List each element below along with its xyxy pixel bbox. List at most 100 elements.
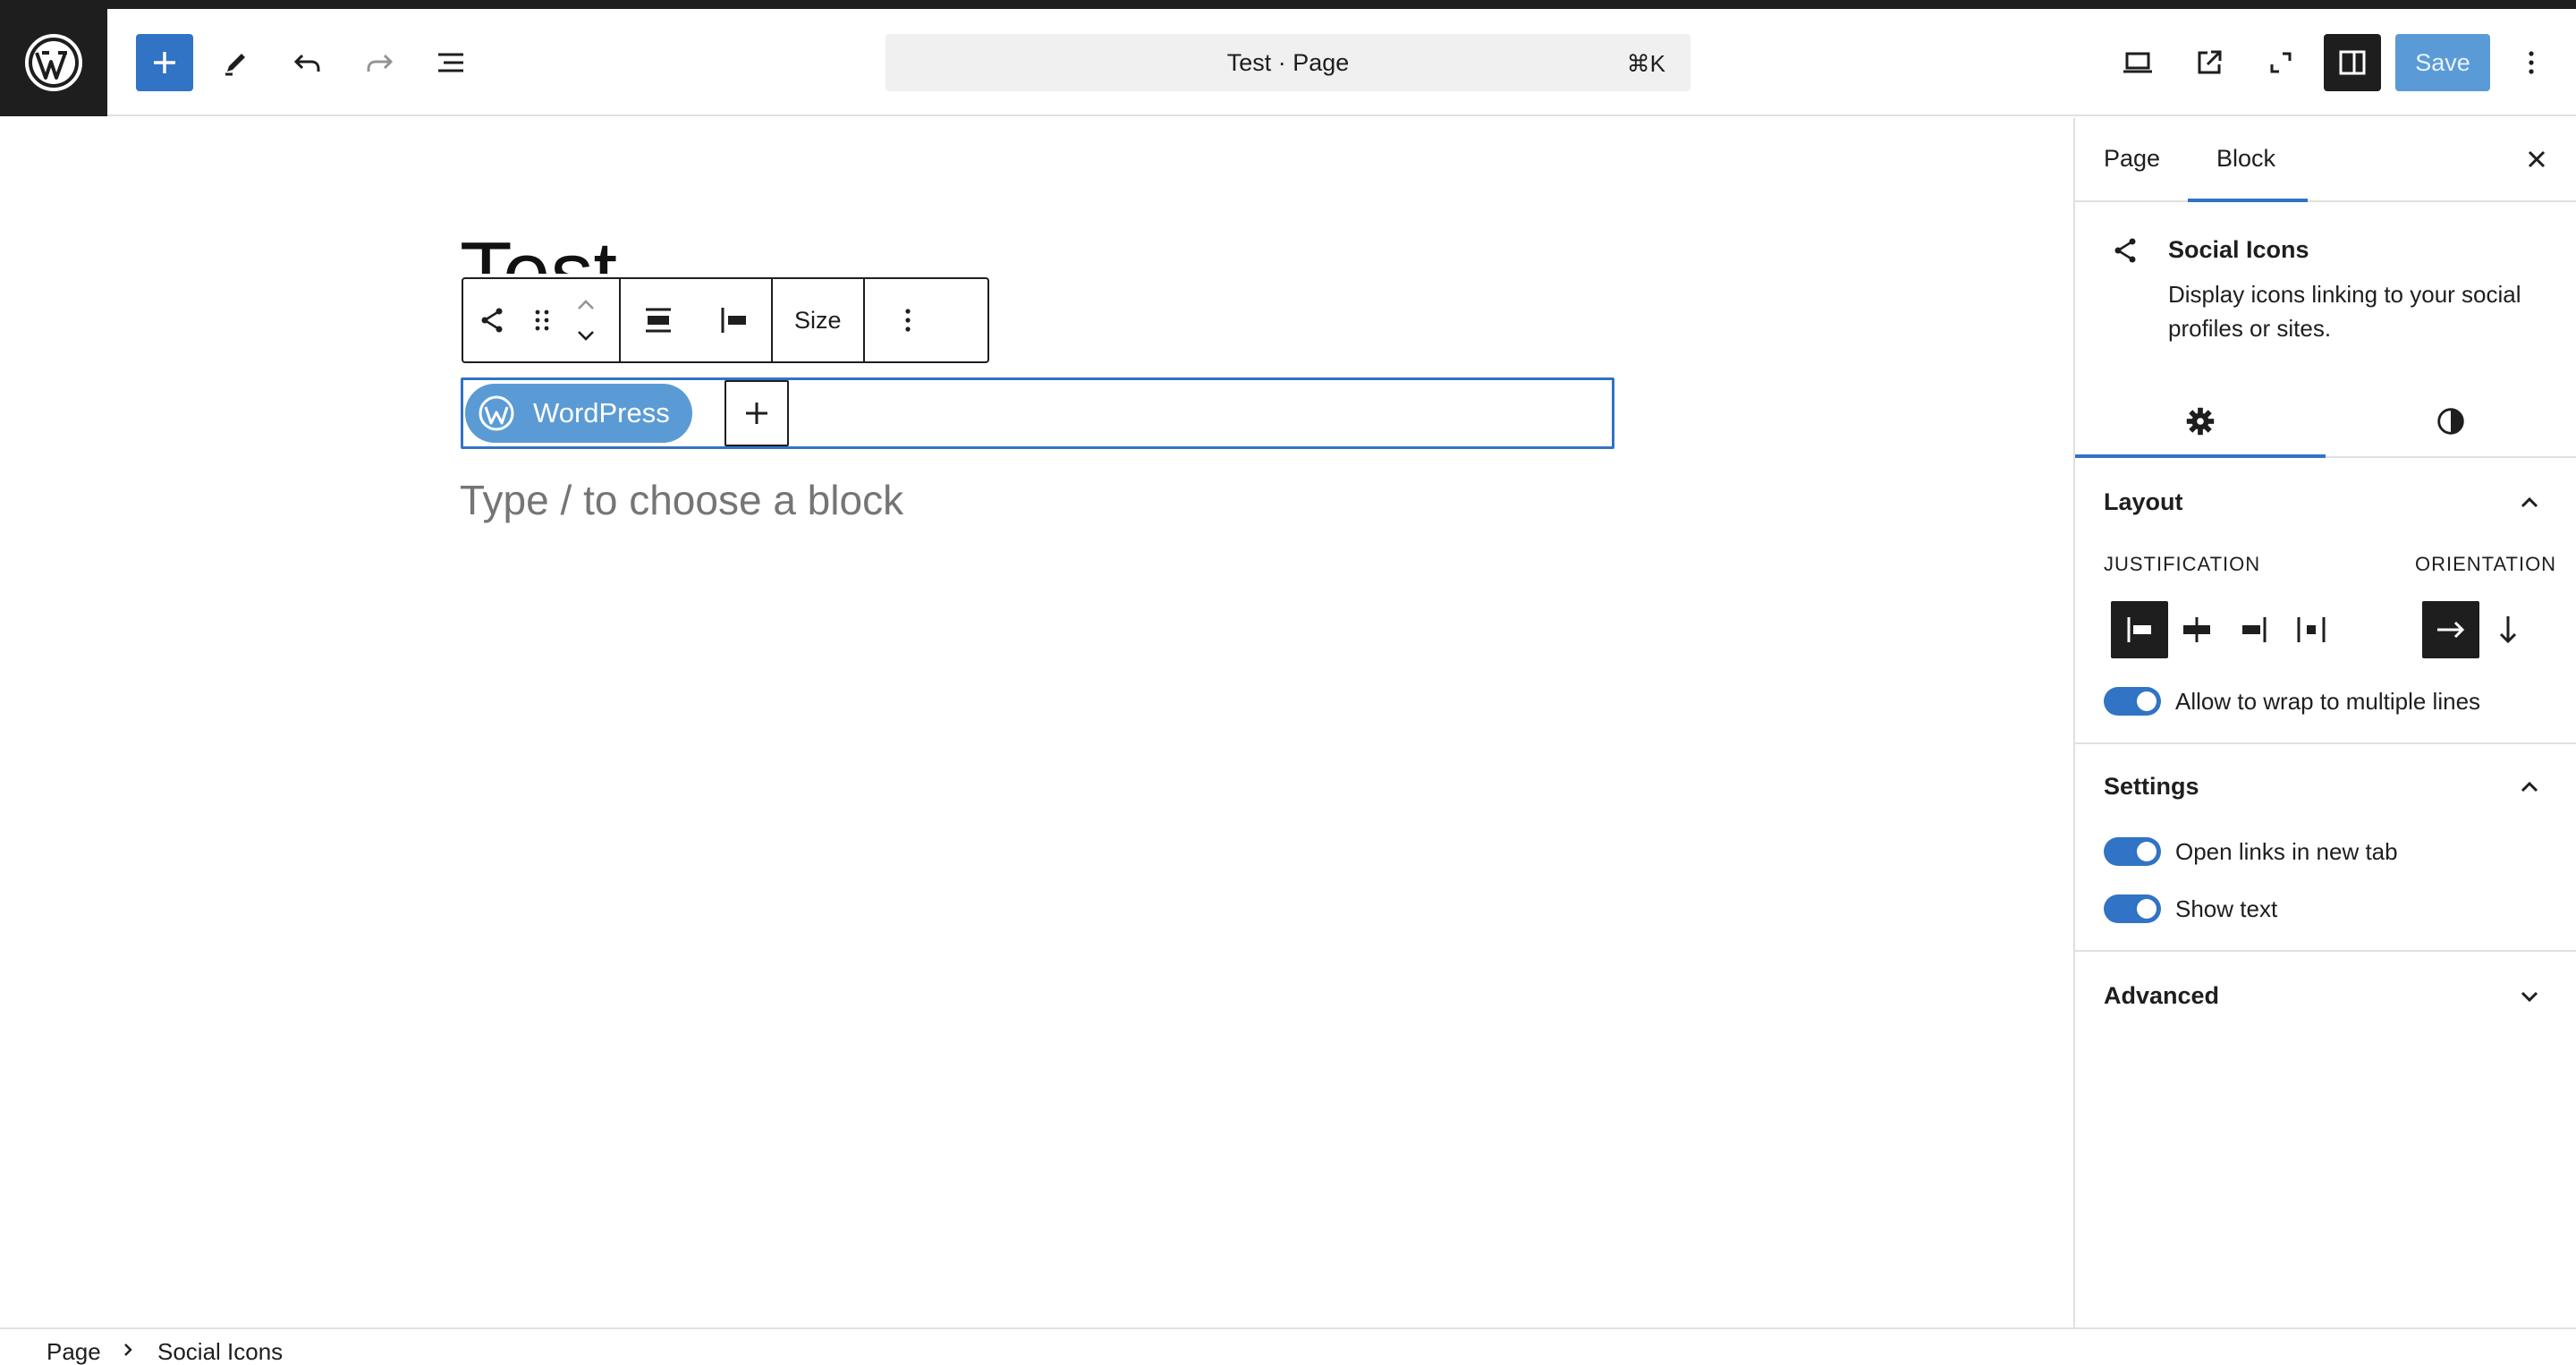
settings-sidebar-toggle[interactable] — [2324, 34, 2381, 91]
open-new-tab-toggle[interactable] — [2104, 837, 2161, 866]
justify-center-button[interactable] — [2168, 601, 2225, 658]
advanced-panel-header[interactable]: Advanced — [2075, 973, 2576, 1018]
justify-left-button[interactable] — [2111, 601, 2168, 658]
save-button[interactable]: Save — [2395, 34, 2490, 91]
justify-left-icon — [721, 308, 746, 333]
fullscreen-button[interactable] — [2252, 34, 2309, 91]
pencil-icon — [225, 54, 245, 76]
plus-icon — [746, 403, 767, 424]
panel-divider — [2075, 950, 2576, 952]
add-social-link-button[interactable] — [724, 380, 789, 446]
wrap-toggle-label: Allow to wrap to multiple lines — [2175, 687, 2481, 715]
social-link-wordpress[interactable]: WordPress — [465, 384, 692, 443]
block-toolbar: Size — [462, 277, 989, 363]
tools-button[interactable] — [208, 34, 265, 91]
gear-icon — [2186, 407, 2215, 436]
layout-panel-header[interactable]: Layout — [2075, 479, 2576, 524]
settings-panel-header[interactable]: Settings — [2075, 764, 2576, 809]
wordpress-icon — [479, 395, 514, 431]
share-icon — [481, 308, 503, 333]
active-tab-indicator — [2188, 199, 2308, 202]
undo-icon — [293, 54, 320, 72]
block-inspector-tabs — [2075, 386, 2576, 458]
tab-page[interactable]: Page — [2104, 145, 2160, 173]
chevron-down-icon — [2521, 991, 2538, 1003]
align-button[interactable] — [621, 279, 696, 361]
editor-canvas: Test Size WordPress Type / to choose a b… — [0, 118, 2073, 1327]
wordpress-logo-icon[interactable] — [0, 9, 107, 116]
arrow-down-icon — [2499, 616, 2517, 644]
size-button[interactable]: Size — [773, 279, 863, 361]
wrap-toggle[interactable] — [2104, 687, 2161, 716]
toolbar-group-block — [463, 279, 621, 361]
tab-block[interactable]: Block — [2216, 145, 2275, 173]
settings-sidebar: Page Block Social Icons Display icons li… — [2073, 118, 2576, 1327]
chevron-down-icon[interactable] — [572, 324, 600, 347]
block-options-button[interactable] — [865, 279, 951, 361]
justify-space-between-icon — [2297, 617, 2326, 642]
external-link-icon — [2198, 50, 2222, 74]
orientation-vertical-button[interactable] — [2479, 601, 2537, 658]
document-overview-button[interactable] — [422, 34, 479, 91]
keyboard-shortcut: ⌘K — [1626, 50, 1665, 77]
show-text-toggle[interactable] — [2104, 894, 2161, 923]
share-icon — [2114, 238, 2136, 263]
add-block-button[interactable] — [136, 34, 193, 91]
tab-styles[interactable] — [2326, 386, 2576, 456]
wrap-toggle-row[interactable]: Allow to wrap to multiple lines — [2104, 683, 2480, 719]
align-wide-icon — [646, 308, 671, 333]
toolbar-group-alignment — [621, 279, 773, 361]
layout-panel-title: Layout — [2104, 488, 2183, 515]
block-description: Display icons linking to your social pro… — [2168, 281, 2521, 342]
page-title[interactable]: Test — [460, 224, 617, 274]
justification-button[interactable] — [696, 279, 771, 361]
arrow-right-icon — [2437, 621, 2465, 639]
top-strip — [0, 0, 2576, 9]
breadcrumb-social-icons[interactable]: Social Icons — [157, 1338, 283, 1365]
options-menu-button[interactable] — [2503, 34, 2560, 91]
block-breadcrumb: Page Social Icons — [0, 1327, 2576, 1365]
view-page-button[interactable] — [2181, 34, 2238, 91]
advanced-panel-title: Advanced — [2104, 982, 2220, 1009]
plus-icon — [154, 52, 175, 73]
justify-right-icon — [2242, 617, 2267, 642]
active-subtab-indicator — [2075, 454, 2326, 458]
chevron-up-icon — [2521, 496, 2538, 508]
chevron-up-icon[interactable] — [572, 293, 600, 317]
block-name: Social Icons — [2168, 236, 2309, 263]
block-type-button[interactable] — [463, 279, 521, 361]
justify-center-icon — [2183, 617, 2210, 642]
redo-button[interactable] — [351, 34, 408, 91]
show-text-label: Show text — [2175, 894, 2278, 922]
social-icons-block[interactable]: WordPress — [461, 377, 1614, 449]
justify-right-button[interactable] — [2225, 601, 2283, 658]
drag-handle[interactable] — [521, 279, 564, 361]
block-movers — [564, 279, 608, 361]
close-icon[interactable] — [2519, 141, 2555, 177]
preview-button[interactable] — [2109, 34, 2166, 91]
toolbar-group-size: Size — [773, 279, 865, 361]
justification-label: JUSTIFICATION — [2104, 553, 2261, 575]
toolbar-group-options — [865, 279, 951, 361]
editor-header: Test · Page ⌘K Save — [0, 9, 2576, 116]
open-new-tab-toggle-row[interactable]: Open links in new tab — [2104, 834, 2398, 869]
breadcrumb-page[interactable]: Page — [47, 1338, 101, 1365]
command-palette-bar[interactable]: Test · Page ⌘K — [886, 34, 1690, 91]
fullscreen-icon — [2270, 52, 2292, 73]
block-placeholder[interactable]: Type / to choose a block — [460, 476, 903, 524]
chevron-up-icon — [2521, 781, 2538, 793]
orientation-label: ORIENTATION — [2415, 553, 2557, 575]
justify-space-between-button[interactable] — [2283, 601, 2340, 658]
tab-settings[interactable] — [2075, 386, 2326, 456]
orientation-horizontal-button[interactable] — [2422, 601, 2479, 658]
more-vertical-icon — [2529, 51, 2534, 74]
panel-divider — [2075, 742, 2576, 744]
open-new-tab-label: Open links in new tab — [2175, 837, 2398, 865]
settings-panel-title: Settings — [2104, 773, 2199, 800]
document-title: Test · Page — [1226, 48, 1350, 76]
drag-handle-icon — [535, 309, 549, 331]
sidebar-tabs: Page Block — [2075, 118, 2576, 202]
show-text-toggle-row[interactable]: Show text — [2104, 891, 2277, 927]
undo-button[interactable] — [279, 34, 336, 91]
justify-left-icon — [2127, 617, 2151, 642]
